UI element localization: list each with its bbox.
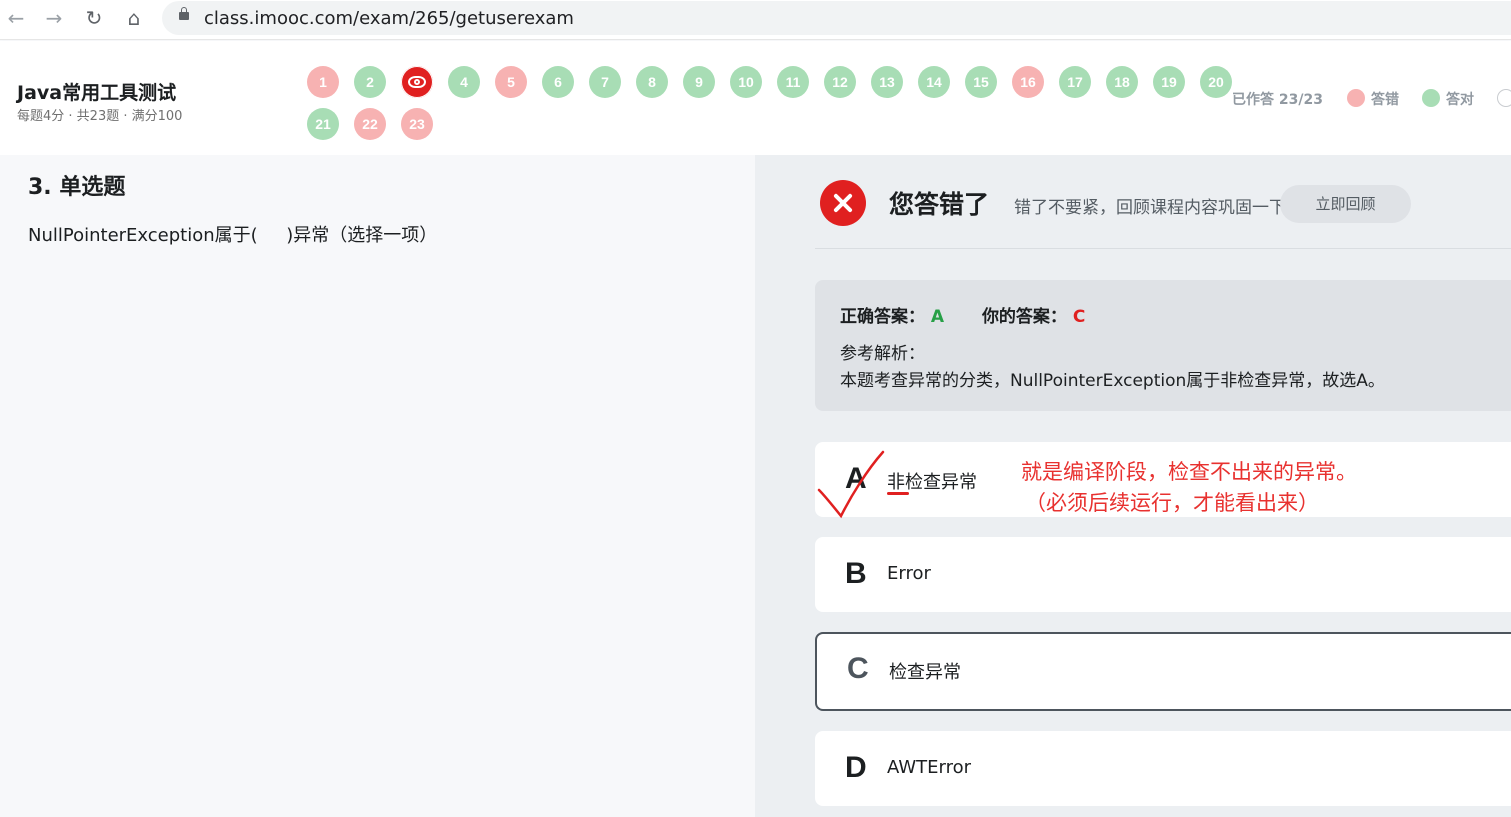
result-subtitle: 错了不要紧，回顾课程内容巩固一下 bbox=[1014, 198, 1286, 218]
exam-header: Java常用工具测试 每题4分 · 共23题 · 满分100 124567891… bbox=[0, 41, 1511, 155]
reference-label: 参考解析： bbox=[840, 344, 925, 364]
result-banner: 您答错了 错了不要紧，回顾课程内容巩固一下 立即回顾 bbox=[815, 155, 1511, 249]
legend-wrong-label: 答错 bbox=[1371, 92, 1399, 108]
option-d[interactable]: D AWTError bbox=[815, 731, 1511, 806]
question-bubble-7[interactable]: 7 bbox=[589, 66, 621, 98]
legend-right-label: 答对 bbox=[1446, 92, 1474, 108]
question-text: NullPointerException属于( )异常（选择一项） bbox=[28, 225, 438, 246]
eye-pupil bbox=[414, 79, 420, 85]
question-bubble-16[interactable]: 16 bbox=[1012, 66, 1044, 98]
option-letter: D bbox=[845, 751, 867, 784]
option-text: Error bbox=[887, 563, 931, 584]
lock-icon bbox=[179, 7, 189, 20]
question-bubble-21[interactable]: 21 bbox=[307, 108, 339, 140]
wrong-x-icon bbox=[820, 180, 866, 226]
question-bubble-2[interactable]: 2 bbox=[354, 66, 386, 98]
option-c[interactable]: C 检查异常 bbox=[815, 632, 1511, 711]
question-bubble-3[interactable] bbox=[401, 66, 433, 98]
option-letter: C bbox=[847, 652, 869, 685]
question-bubble-12[interactable]: 12 bbox=[824, 66, 856, 98]
question-bubble-13[interactable]: 13 bbox=[871, 66, 903, 98]
question-bubble-10[interactable]: 10 bbox=[730, 66, 762, 98]
back-arrow-icon[interactable]: ← bbox=[2, 6, 30, 30]
question-bubble-22[interactable]: 22 bbox=[354, 108, 386, 140]
result-title: 您答错了 bbox=[889, 190, 990, 219]
checkmark-annotation-icon bbox=[817, 450, 885, 519]
forward-arrow-icon[interactable]: → bbox=[40, 6, 68, 30]
legend-right-dot bbox=[1422, 89, 1440, 107]
your-answer-label: 你的答案： bbox=[981, 307, 1067, 327]
reference-text: 本题考查异常的分类，NullPointerException属于非检查异常，故选… bbox=[840, 371, 1385, 391]
question-panel: 3. 单选题 NullPointerException属于( )异常（选择一项） bbox=[0, 155, 755, 817]
question-bubble-4[interactable]: 4 bbox=[448, 66, 480, 98]
option-text: 非检查异常 bbox=[887, 472, 977, 493]
annotation-line-1: 就是编译阶段，检查不出来的异常。 bbox=[1021, 460, 1357, 484]
browser-toolbar: ← → ↻ ⌂ class.imooc.com/exam/265/getuser… bbox=[0, 0, 1511, 40]
your-answer-value: C bbox=[1072, 307, 1086, 327]
exam-title: Java常用工具测试 bbox=[17, 82, 177, 104]
analysis-box: 正确答案： A 你的答案： C 参考解析： 本题考查异常的分类，NullPoin… bbox=[815, 280, 1511, 411]
option-letter: B bbox=[845, 557, 867, 590]
option-text: AWTError bbox=[887, 757, 971, 778]
correct-answer-label: 正确答案： bbox=[840, 307, 925, 327]
address-bar[interactable]: class.imooc.com/exam/265/getuserexam bbox=[162, 1, 1511, 35]
question-bubble-17[interactable]: 17 bbox=[1059, 66, 1091, 98]
question-bubble-18[interactable]: 18 bbox=[1106, 66, 1138, 98]
question-bubble-5[interactable]: 5 bbox=[495, 66, 527, 98]
review-button[interactable]: 立即回顾 bbox=[1280, 185, 1411, 223]
url-text: class.imooc.com/exam/265/getuserexam bbox=[204, 8, 574, 29]
question-type: 3. 单选题 bbox=[28, 175, 126, 200]
reload-icon[interactable]: ↻ bbox=[80, 6, 108, 30]
question-bubble-6[interactable]: 6 bbox=[542, 66, 574, 98]
question-bubble-11[interactable]: 11 bbox=[777, 66, 809, 98]
question-bubble-14[interactable]: 14 bbox=[918, 66, 950, 98]
question-bubble-9[interactable]: 9 bbox=[683, 66, 715, 98]
correct-answer-value: A bbox=[930, 307, 945, 327]
exam-meta: 每题4分 · 共23题 · 满分100 bbox=[17, 109, 183, 124]
option-text: 检查异常 bbox=[889, 662, 961, 683]
annotation-line-2: （必须后续运行，才能看出来） bbox=[1025, 491, 1319, 515]
question-bubble-20[interactable]: 20 bbox=[1200, 66, 1232, 98]
legend-unanswered-dot bbox=[1497, 89, 1511, 107]
question-bubble-1[interactable]: 1 bbox=[307, 66, 339, 98]
question-bubble-23[interactable]: 23 bbox=[401, 108, 433, 140]
underline-annotation bbox=[887, 492, 909, 495]
question-bubble-8[interactable]: 8 bbox=[636, 66, 668, 98]
legend-wrong-dot bbox=[1347, 89, 1365, 107]
question-bubble-19[interactable]: 19 bbox=[1153, 66, 1185, 98]
answered-count: 已作答 23/23 bbox=[1232, 92, 1323, 108]
answer-line: 正确答案： A 你的答案： C bbox=[840, 302, 1085, 327]
home-icon[interactable]: ⌂ bbox=[120, 6, 148, 30]
question-bubble-15[interactable]: 15 bbox=[965, 66, 997, 98]
option-b[interactable]: B Error bbox=[815, 537, 1511, 612]
